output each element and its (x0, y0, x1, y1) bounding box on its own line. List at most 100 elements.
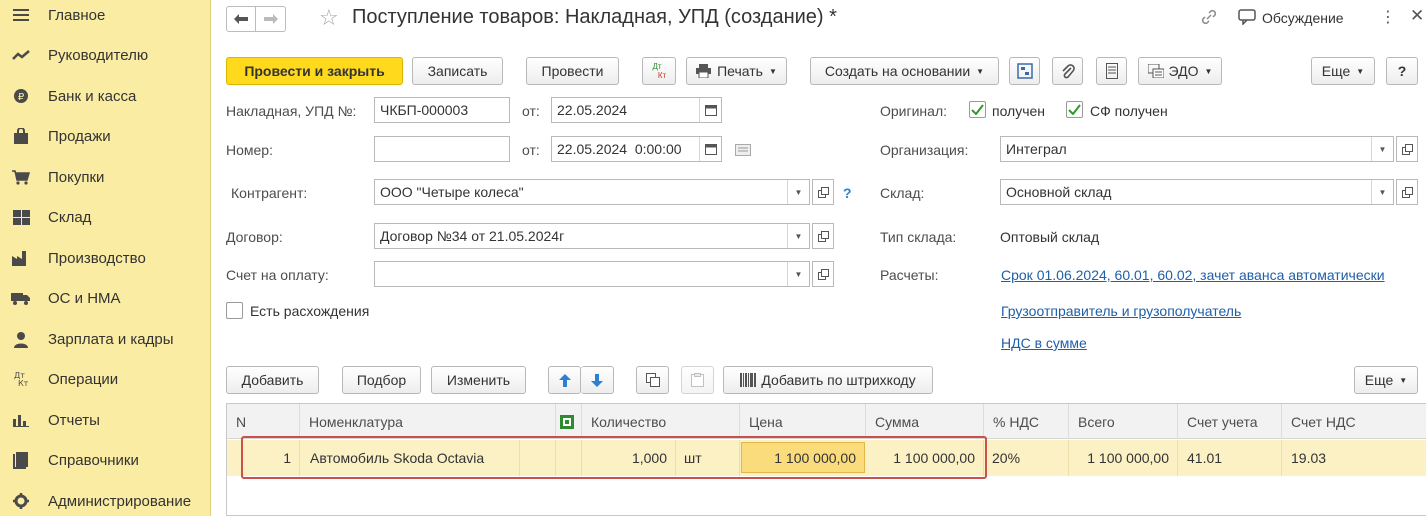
cell-unit[interactable]: шт (676, 440, 740, 476)
pick-button[interactable]: Подбор (342, 366, 421, 394)
col-header-qty[interactable]: Количество (582, 404, 740, 439)
col-header-item[interactable]: Номенклатура (300, 404, 556, 439)
invoice-date-input[interactable]: 22.05.2024 (551, 97, 722, 123)
shipper-consignee-link[interactable]: Грузоотправитель и грузополучатель (1001, 303, 1241, 319)
move-down-button[interactable] (581, 366, 614, 394)
copy-row-button[interactable] (636, 366, 669, 394)
calendar-icon[interactable] (699, 98, 721, 122)
number-input[interactable] (374, 136, 510, 162)
forward-button[interactable] (256, 6, 286, 32)
invoice-number-input[interactable]: ЧКБП-000003 (374, 97, 510, 123)
help-button[interactable]: ? (1386, 57, 1418, 85)
col-header-vat-account[interactable]: Счет НДС (1282, 404, 1426, 439)
more-button[interactable]: Еще ▼ (1311, 57, 1375, 85)
more-vert-icon[interactable]: ⋮ (1380, 7, 1396, 27)
col-header-n[interactable]: N (227, 404, 300, 439)
edo-button[interactable]: ЭДО ▼ (1138, 57, 1222, 85)
warehouse-type-label: Тип склада: (880, 229, 957, 245)
vat-in-sum-link[interactable]: НДС в сумме (1001, 335, 1087, 351)
cell-vat-account[interactable]: 19.03 (1282, 440, 1426, 476)
sidebar-item-label: Руководителю (48, 46, 149, 64)
settlements-link[interactable]: Срок 01.06.2024, 60.01, 60.02, зачет ава… (1001, 267, 1385, 283)
cell-account[interactable]: 41.01 (1178, 440, 1282, 476)
sidebar-item-reports[interactable]: Отчеты (0, 405, 210, 435)
col-header-price[interactable]: Цена (740, 404, 866, 439)
contract-open-button[interactable] (812, 223, 834, 249)
dt-kt-button[interactable]: Дт Кт (642, 57, 676, 85)
warehouse-input[interactable]: Основной склад ▼ (1000, 179, 1394, 205)
favorite-star-icon[interactable]: ☆ (319, 7, 339, 29)
col-header-account[interactable]: Счет учета (1178, 404, 1282, 439)
chevron-down-icon[interactable]: ▼ (787, 262, 809, 286)
organization-input[interactable]: Интеграл ▼ (1000, 136, 1394, 162)
sidebar-item-sales[interactable]: Продажи (0, 121, 210, 151)
printer-icon (696, 64, 712, 78)
save-button[interactable]: Записать (412, 57, 503, 85)
chevron-down-icon[interactable]: ▼ (787, 224, 809, 248)
payment-invoice-open-button[interactable] (812, 261, 834, 287)
sidebar-item-main[interactable]: Главное (0, 0, 210, 30)
discussion-button[interactable]: Обсуждение (1262, 10, 1344, 26)
warehouse-open-button[interactable] (1396, 179, 1418, 205)
change-button[interactable]: Изменить (431, 366, 526, 394)
add-by-barcode-button[interactable]: Добавить по штрихкоду (723, 366, 933, 394)
sidebar-item-admin[interactable]: Администрирование (0, 486, 210, 516)
sidebar-item-warehouse[interactable]: Склад (0, 202, 210, 232)
cell-price[interactable]: 1 100 000,00 (741, 442, 865, 473)
table-row[interactable]: 1 Автомобиль Skoda Octavia 1,000 шт 1 10… (227, 440, 1426, 476)
sidebar-item-directories[interactable]: Справочники (0, 445, 210, 475)
counterparty-help-icon[interactable]: ? (843, 185, 852, 201)
cell-total[interactable]: 1 100 000,00 (1069, 440, 1178, 476)
post-button[interactable]: Провести (526, 57, 619, 85)
coin-icon: ₽ (11, 86, 31, 106)
number-date-input[interactable]: 22.05.2024 0:00:00 (551, 136, 722, 162)
cell-sum[interactable]: 1 100 000,00 (866, 440, 984, 476)
organization-open-button[interactable] (1396, 136, 1418, 162)
link-icon[interactable] (1200, 8, 1218, 29)
attach-button[interactable] (1052, 57, 1083, 85)
paste-button[interactable] (681, 366, 714, 394)
move-up-button[interactable] (548, 366, 581, 394)
invoice-number-label: Накладная, УПД №: (226, 103, 357, 119)
document-button[interactable] (1096, 57, 1127, 85)
back-button[interactable] (226, 6, 256, 32)
sidebar-item-manager[interactable]: Руководителю (0, 40, 210, 70)
cell-n[interactable]: 1 (227, 440, 300, 476)
sidebar-item-salary[interactable]: Зарплата и кадры (0, 324, 210, 354)
structure-button[interactable] (1009, 57, 1040, 85)
sidebar-item-label: ОС и НМА (48, 289, 121, 307)
close-icon[interactable]: ✕ (1410, 6, 1424, 26)
sidebar-item-bank[interactable]: ₽ Банк и касса (0, 81, 210, 111)
chevron-down-icon[interactable]: ▼ (1371, 180, 1393, 204)
post-and-close-button[interactable]: Провести и закрыть (226, 57, 403, 85)
calendar-icon[interactable] (699, 137, 721, 161)
discussion-icon[interactable] (1238, 9, 1256, 28)
original-received-checkbox[interactable] (969, 101, 986, 118)
sf-received-checkbox[interactable] (1066, 101, 1083, 118)
comment-icon[interactable] (735, 143, 751, 159)
col-header-qty-icon[interactable] (556, 404, 582, 439)
discrepancy-checkbox[interactable] (226, 302, 243, 319)
col-header-sum[interactable]: Сумма (866, 404, 984, 439)
table-more-button[interactable]: Еще ▼ (1354, 366, 1418, 394)
sidebar-item-operations[interactable]: Дт Кт Операции (0, 364, 210, 394)
cell-vat[interactable]: 20% (984, 440, 1069, 476)
create-based-on-button[interactable]: Создать на основании ▼ (810, 57, 999, 85)
print-button[interactable]: Печать ▼ (686, 57, 787, 85)
cell-item[interactable]: Автомобиль Skoda Octavia (300, 440, 520, 476)
contract-input[interactable]: Договор №34 от 21.05.2024г ▼ (374, 223, 810, 249)
payment-invoice-input[interactable]: ▼ (374, 261, 810, 287)
chevron-down-icon[interactable]: ▼ (1371, 137, 1393, 161)
counterparty-open-button[interactable] (812, 179, 834, 205)
cell-qty[interactable]: 1,000 (582, 440, 676, 476)
sidebar-item-production[interactable]: Производство (0, 243, 210, 273)
chevron-down-icon[interactable]: ▼ (787, 180, 809, 204)
col-header-total[interactable]: Всего (1069, 404, 1178, 439)
col-header-vat[interactable]: % НДС (984, 404, 1069, 439)
sidebar-item-label: Администрирование (48, 492, 192, 510)
sidebar-item-assets[interactable]: ОС и НМА (0, 283, 210, 313)
cell-item-extra[interactable] (520, 440, 556, 476)
add-row-button[interactable]: Добавить (226, 366, 319, 394)
counterparty-input[interactable]: ООО "Четыре колеса" ▼ (374, 179, 810, 205)
sidebar-item-purchases[interactable]: Покупки (0, 162, 210, 192)
